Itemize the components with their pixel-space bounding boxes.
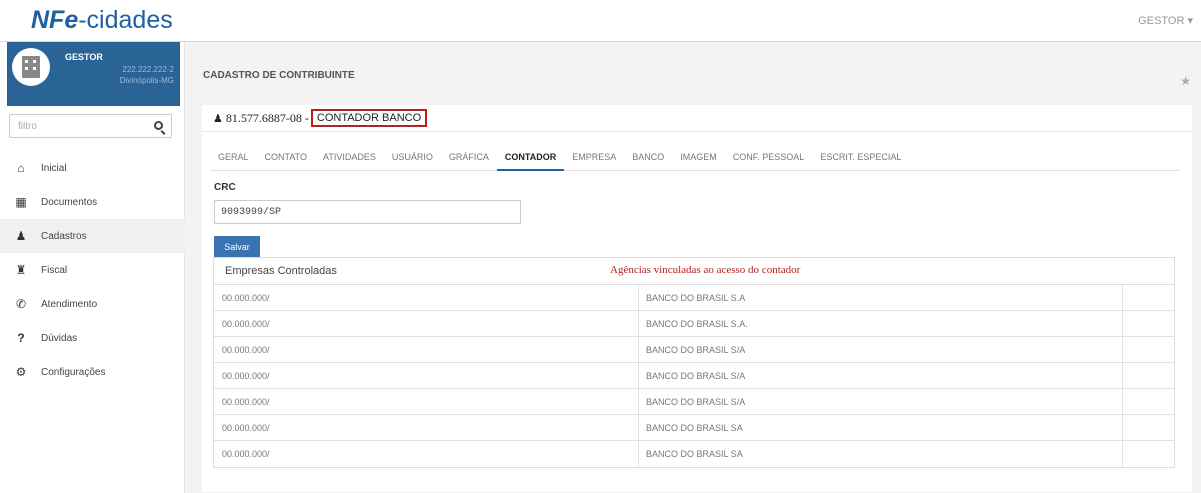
tab-usuario[interactable]: USUÁRIO [384,149,441,171]
tab-atividades[interactable]: ATIVIDADES [315,149,384,171]
profile-city: Divinópolis-MG [119,76,174,85]
sidebar-item-label: Configurações [41,366,106,378]
bank-cell: BANCO DO BRASIL S/A [639,389,1123,414]
cnpj-cell: 00.000.000/ [214,441,639,467]
cnpj-cell: 00.000.000/ [214,285,639,310]
sidebar-item-inicial[interactable]: ⌂ Inicial [0,151,185,185]
action-cell [1123,363,1174,388]
cnpj-cell: 00.000.000/ [214,389,639,414]
sidebar-item-label: Cadastros [41,230,87,242]
save-button[interactable]: Salvar [214,236,260,258]
profile-name: GESTOR [65,52,103,62]
tab-conf-pessoal[interactable]: CONF. PESSOAL [725,149,813,171]
cnpj-cell: 00.000.000/ [214,311,639,336]
table-row[interactable]: 00.000.000/ BANCO DO BRASIL SA [214,441,1174,467]
bank-cell: BANCO DO BRASIL SA [639,415,1123,440]
top-bar: NFe-cidades GESTOR ▾ [0,0,1201,42]
table-header: Empresas Controladas Agências vinculadas… [214,258,1174,285]
bank-icon: ♜ [15,263,27,277]
bank-cell: BANCO DO BRASIL S/A [639,363,1123,388]
tab-bar: GERAL CONTATO ATIVIDADES USUÁRIO GRÁFICA… [210,149,1180,171]
bank-cell: BANCO DO BRASIL SA [639,441,1123,467]
tab-imagem[interactable]: IMAGEM [672,149,725,171]
sidebar-item-label: Fiscal [41,264,68,276]
app-logo[interactable]: NFe-cidades [31,6,173,35]
tab-contato[interactable]: CONTATO [257,149,316,171]
home-icon: ⌂ [17,161,25,175]
panel-header: ♟ 81.577.6887-08 - CONTADOR BANCO [202,105,1192,132]
page-title: CADASTRO DE CONTRIBUINTE [203,70,355,81]
table-row[interactable]: 00.000.000/ BANCO DO BRASIL S.A [214,285,1174,311]
logo-bold: NFe [31,6,79,34]
contributor-panel: ♟ 81.577.6887-08 - CONTADOR BANCO GERAL … [202,105,1192,492]
search-icon[interactable] [154,121,163,130]
logo-rest: -cidades [78,6,173,34]
table-row[interactable]: 00.000.000/ BANCO DO BRASIL S/A [214,337,1174,363]
crc-input[interactable] [214,200,521,224]
table-row[interactable]: 00.000.000/ BANCO DO BRASIL S/A [214,389,1174,415]
add-user-icon: ♟ [15,229,27,243]
bank-cell: BANCO DO BRASIL S.A. [639,311,1123,336]
tab-empresa[interactable]: EMPRESA [564,149,624,171]
sidebar-item-label: Inicial [41,162,67,174]
table-title: Empresas Controladas [225,265,337,277]
star-icon[interactable]: ★ [1180,74,1191,88]
contributor-name: CONTADOR BANCO [310,109,428,127]
sidebar-item-label: Documentos [41,196,98,208]
sidebar-item-fiscal[interactable]: ♜ Fiscal [0,253,185,287]
cnpj-cell: 00.000.000/ [214,337,639,362]
filter-input[interactable] [10,115,150,137]
table-row[interactable]: 00.000.000/ BANCO DO BRASIL S/A [214,363,1174,389]
building-icon [22,56,40,78]
table-row[interactable]: 00.000.000/ BANCO DO BRASIL SA [214,415,1174,441]
sidebar-item-documentos[interactable]: ▦ Documentos [0,185,185,219]
sidebar-item-configuracoes[interactable]: ⚙ Configurações [0,355,185,389]
cnpj-cell: 00.000.000/ [214,363,639,388]
action-cell [1123,285,1174,310]
action-cell [1123,311,1174,336]
action-cell [1123,389,1174,414]
phone-icon: ✆ [15,297,27,311]
gears-icon: ⚙ [15,365,27,379]
sidebar-item-label: Atendimento [41,298,98,310]
sidebar-item-atendimento[interactable]: ✆ Atendimento [0,287,185,321]
contributor-doc: 81.577.6887-08 - [225,110,309,125]
user-icon: ♟ [213,112,223,125]
avatar [12,48,50,86]
documents-icon: ▦ [15,195,27,209]
crc-label: CRC [214,182,236,193]
action-cell [1123,415,1174,440]
sidebar: GESTOR 222.222.222-2 Divinópolis-MG ⌂ In… [0,42,185,493]
profile-doc: 222.222.222-2 [122,65,174,74]
cnpj-cell: 00.000.000/ [214,415,639,440]
sidebar-item-cadastros[interactable]: ♟ Cadastros [0,219,185,253]
main-content: CADASTRO DE CONTRIBUINTE ★ ♟ 81.577.6887… [185,42,1201,493]
companies-table: Empresas Controladas Agências vinculadas… [213,257,1175,468]
question-icon: ? [17,331,25,345]
sidebar-item-duvidas[interactable]: ? Dúvidas [0,321,185,355]
tab-grafica[interactable]: GRÁFICA [441,149,497,171]
table-note: Agências vinculadas ao acesso do contado… [610,264,801,276]
action-cell [1123,337,1174,362]
bank-cell: BANCO DO BRASIL S/A [639,337,1123,362]
sidebar-nav: ⌂ Inicial ▦ Documentos ♟ Cadastros ♜ Fis… [0,151,185,389]
tab-geral[interactable]: GERAL [210,149,257,171]
sidebar-item-label: Dúvidas [41,332,78,344]
tab-escrit-especial[interactable]: ESCRIT. ESPECIAL [812,149,909,171]
bank-cell: BANCO DO BRASIL S.A [639,285,1123,310]
tab-contador[interactable]: CONTADOR [496,149,565,171]
profile-card: GESTOR 222.222.222-2 Divinópolis-MG [7,42,180,106]
action-cell [1123,441,1174,467]
tab-banco[interactable]: BANCO [624,149,672,171]
table-row[interactable]: 00.000.000/ BANCO DO BRASIL S.A. [214,311,1174,337]
filter-box [9,114,172,138]
contributor-title: ♟ 81.577.6887-08 - CONTADOR BANCO [213,109,428,127]
user-menu[interactable]: GESTOR ▾ [1138,14,1193,27]
